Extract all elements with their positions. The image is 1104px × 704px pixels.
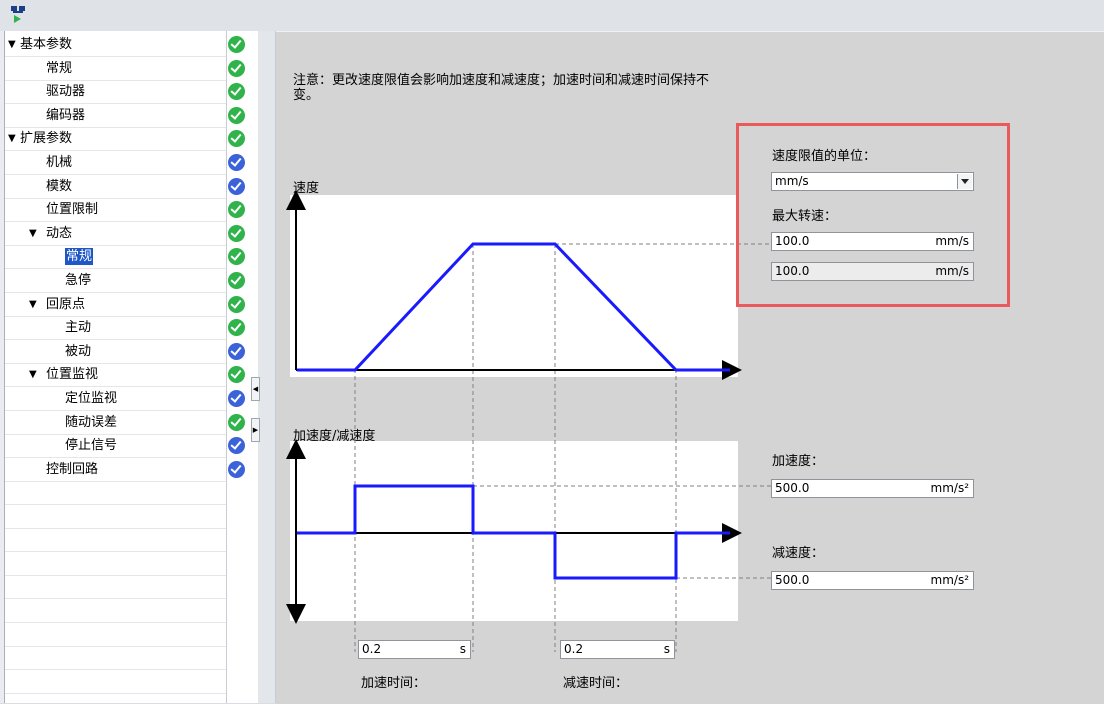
max-speed-readonly-value: 100.0 (775, 264, 810, 278)
decel-time-label: 减速时间： (563, 676, 629, 691)
speed-unit-value: mm/s (775, 174, 809, 188)
accel-time-unit: s (459, 642, 466, 656)
decel-time-field[interactable]: 0.2 s (560, 640, 675, 659)
decel-unit: mm/s² (930, 573, 969, 587)
max-speed-unit: mm/s (935, 234, 969, 248)
speed-unit-select[interactable]: mm/s (771, 172, 974, 191)
decel-time-unit: s (663, 642, 670, 656)
accel-time-label: 加速时间： (361, 676, 427, 691)
accel-value: 500.0 (775, 481, 810, 495)
accel-plot-area (290, 441, 738, 621)
accel-time-field[interactable]: 0.2 s (358, 640, 471, 659)
max-speed-readonly-unit: mm/s (935, 264, 969, 278)
accel-time-value: 0.2 (362, 642, 382, 656)
max-speed-label: 最大转速： (772, 209, 838, 224)
speed-unit-label: 速度限值的单位： (772, 149, 877, 164)
accel-field[interactable]: 500.0 mm/s² (771, 479, 974, 498)
accel-label: 加速度： (772, 454, 825, 469)
decel-time-value: 0.2 (564, 642, 584, 656)
chevron-down-icon[interactable] (957, 174, 972, 189)
decel-label: 减速度： (772, 546, 825, 561)
max-speed-field[interactable]: 100.0 mm/s (771, 232, 974, 251)
accel-unit: mm/s² (930, 481, 969, 495)
motion-profile-diagram (286, 190, 772, 652)
decel-field[interactable]: 500.0 mm/s² (771, 571, 974, 590)
speed-plot-area (290, 195, 738, 377)
decel-value: 500.0 (775, 573, 810, 587)
max-speed-readonly-field: 100.0 mm/s (771, 262, 974, 281)
max-speed-value: 100.0 (775, 234, 810, 248)
